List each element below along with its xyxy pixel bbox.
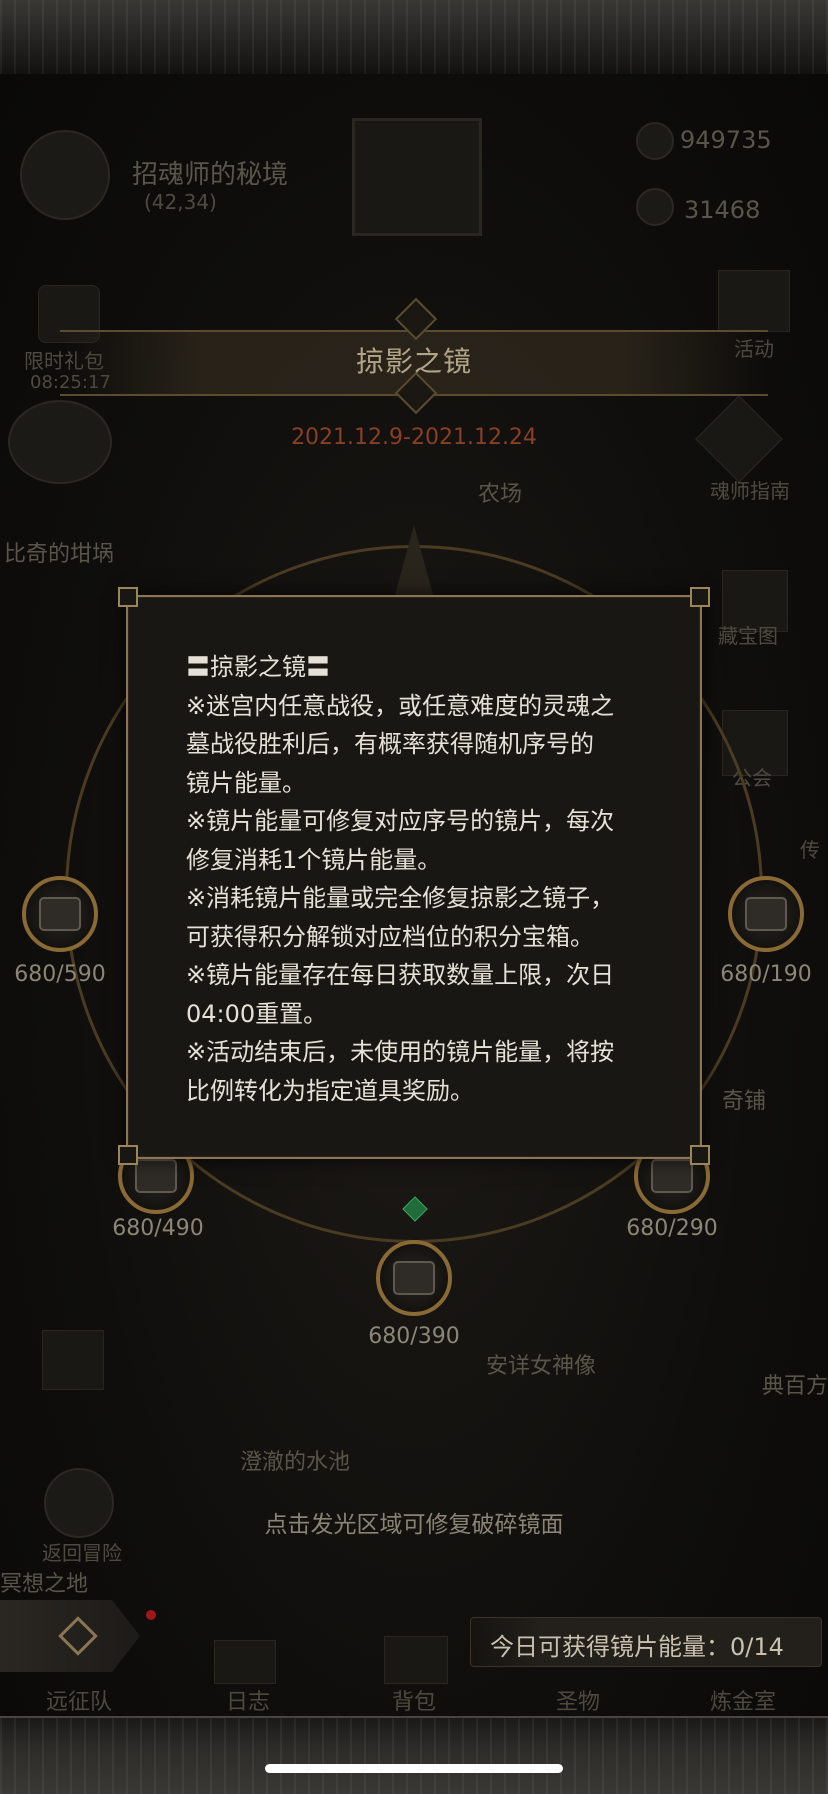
meditation-area-label: 冥想之地: [0, 1572, 89, 1597]
chest-icon: [135, 1159, 177, 1193]
right-area-label: 典百方: [762, 1374, 828, 1399]
chest-1-progress: 680/590: [14, 962, 106, 987]
location-coords: (42,34): [144, 190, 217, 214]
event-date-range: 2021.12.9-2021.12.24: [291, 425, 537, 450]
chest-3-progress: 680/490: [112, 1216, 204, 1241]
farm-label: 农场: [478, 482, 523, 507]
chest-5-progress: 680/390: [368, 1324, 460, 1349]
daily-energy-text: 今日可获得镜片能量：0/14: [490, 1633, 784, 1661]
bottom-ornamental-frame: [0, 1716, 828, 1794]
shop-label: 奇铺: [722, 1089, 767, 1114]
popup-line: 修复消耗1个镜片能量。: [186, 845, 442, 874]
notification-dot: [146, 1610, 156, 1620]
treasure-label: 藏宝图: [718, 624, 778, 648]
return-adventure-label: 返回冒险: [42, 1541, 122, 1565]
chest-icon: [39, 897, 81, 931]
cut-off-label: 传: [800, 838, 820, 862]
popup-line: 比例转化为指定道具奖励。: [186, 1076, 474, 1105]
guide-label: 魂师指南: [710, 479, 790, 503]
goddess-label: 安详女神像: [486, 1354, 597, 1379]
popup-line: ※迷宫内任意战役，或任意难度的灵魂之: [186, 691, 615, 720]
crystal-icon: [636, 188, 674, 226]
popup-corner-br: [690, 1145, 710, 1165]
area-label-crucible[interactable]: 比奇的坩埚: [4, 536, 114, 568]
chest-2-progress: 680/190: [720, 962, 812, 987]
chest-icon: [651, 1159, 693, 1193]
reward-chest-5[interactable]: [376, 1240, 452, 1316]
location-name: 招魂师的秘境: [132, 160, 289, 190]
dungeon-icon[interactable]: [42, 1330, 104, 1390]
hero-portrait[interactable]: [352, 118, 482, 236]
popup-heading: 〓掠影之镜〓: [186, 653, 330, 681]
backpack-icon[interactable]: [384, 1636, 448, 1684]
popup-line: ※消耗镜片能量或完全修复掠影之镜子，: [186, 884, 615, 912]
nav-backpack[interactable]: 背包: [392, 1684, 436, 1716]
portal-icon[interactable]: [20, 130, 110, 220]
popup-line: 可获得积分解锁对应档位的积分宝箱。: [186, 922, 594, 951]
gem-icon: [636, 122, 674, 160]
chest-icon: [745, 897, 787, 931]
chest-4-progress: 680/290: [626, 1216, 718, 1241]
nav-relic[interactable]: 圣物: [556, 1684, 600, 1716]
top-ornamental-frame: [0, 0, 828, 76]
popup-line: 墓战役胜利后，有概率获得随机序号的: [186, 730, 594, 758]
nav-expedition[interactable]: 远征队: [46, 1684, 112, 1716]
nav-alchemy[interactable]: 炼金室: [710, 1684, 776, 1716]
popup-line: 镜片能量。: [186, 768, 306, 797]
pool-label: 澄澈的水池: [240, 1450, 351, 1475]
journal-icon[interactable]: [214, 1640, 276, 1684]
popup-corner-bl: [118, 1145, 138, 1165]
popup-line: ※镜片能量存在每日获取数量上限，次日: [186, 961, 615, 989]
event-title: 掠影之镜: [355, 345, 472, 378]
currency-1: 949735: [680, 126, 772, 154]
reward-chest-1[interactable]: [22, 876, 98, 952]
nav-journal[interactable]: 日志: [226, 1684, 270, 1716]
currency-2: 31468: [684, 196, 761, 224]
popup-line: 04:00重置。: [186, 999, 328, 1028]
popup-body: 〓掠影之镜〓 ※迷宫内任意战役，或任意难度的灵魂之 墓战役胜利后，有概率获得随机…: [186, 648, 676, 1110]
repair-hint: 点击发光区域可修复破碎镜面: [264, 1512, 564, 1538]
chest-icon: [393, 1261, 435, 1295]
popup-corner-tl: [118, 587, 138, 607]
popup-corner-tr: [690, 587, 710, 607]
popup-line: ※活动结束后，未使用的镜片能量，将按: [186, 1038, 615, 1066]
reward-chest-2[interactable]: [728, 876, 804, 952]
home-indicator[interactable]: [265, 1764, 563, 1773]
activity-gift-icon[interactable]: [718, 270, 790, 332]
popup-line: ※镜片能量可修复对应序号的镜片，每次: [186, 807, 615, 835]
